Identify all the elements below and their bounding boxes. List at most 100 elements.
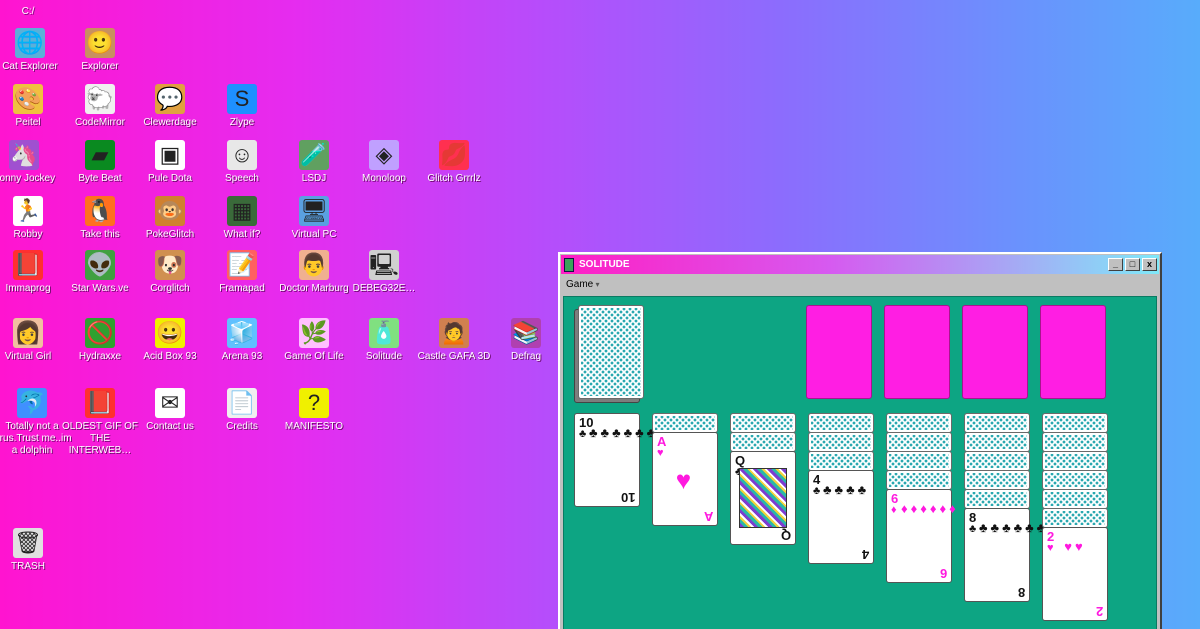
menu-bar: Game bbox=[560, 275, 1160, 293]
desktop-icon-zlype[interactable]: S Zlype bbox=[207, 84, 277, 129]
tableau-card[interactable]: 6 ♦ 6 ♦♦♦♦♦♦ bbox=[886, 489, 959, 583]
desktop-icon-hydraxxe[interactable]: 🚫 Hydraxxe bbox=[65, 318, 135, 363]
app-icon: ▦ bbox=[227, 196, 257, 226]
desktop-icon-codemirror[interactable]: 🐑 CodeMirror bbox=[65, 84, 135, 129]
app-icon: 👽 bbox=[85, 250, 115, 280]
card-suit: ♥ bbox=[1047, 542, 1054, 554]
desktop-icon-arena-93[interactable]: 🧊 Arena 93 bbox=[207, 318, 277, 363]
desktop-icon-take-this[interactable]: 🐧 Take this bbox=[65, 196, 135, 241]
desktop-icon-peitel[interactable]: 🎨 Peitel bbox=[0, 84, 63, 129]
desktop-icon-debeg32e[interactable]: 🖳 DEBEG32E… bbox=[349, 250, 419, 295]
desktop-icon-what-if[interactable]: ▦ What if? bbox=[207, 196, 277, 241]
desktop-icon-virtual-girl[interactable]: 👩 Virtual Girl bbox=[0, 318, 63, 363]
app-icon: 🗑 bbox=[13, 528, 43, 558]
desktop-icon-defrag[interactable]: 📚 Defrag bbox=[491, 318, 561, 363]
app-icon: ▣ bbox=[155, 140, 185, 170]
tableau-card[interactable]: 2 ♥ 2 ♥♥ bbox=[1042, 527, 1108, 621]
card-suit: ♥ bbox=[657, 447, 664, 459]
icon-label: CodeMirror bbox=[74, 117, 125, 128]
card-rank-bottom: A bbox=[703, 509, 713, 524]
solitude-window[interactable]: SOLITUDE _ □ x Game 10♣10♣♣♣♣♣♣♣♣♣♣A♥A♥Q… bbox=[558, 252, 1162, 629]
app-icon: 🐵 bbox=[155, 196, 185, 226]
app-icon: 🐑 bbox=[85, 84, 115, 114]
tableau-card[interactable]: 10 ♣ 10 ♣♣♣♣♣♣♣♣♣♣ bbox=[574, 413, 701, 507]
tableau-card[interactable]: 8 ♣ 8 ♣♣♣♣♣♣♣♣ bbox=[964, 508, 1072, 602]
tableau-card[interactable]: 4 ♣ 4 ♣♣♣♣ bbox=[808, 470, 874, 564]
icon-label: Acid Box 93 bbox=[143, 351, 197, 362]
desktop-icon-cat-explorer[interactable]: 🌐 Cat Explorer bbox=[0, 28, 65, 73]
app-icon: 🖥 bbox=[299, 196, 329, 226]
icon-label: Star Wars.ve bbox=[71, 283, 129, 294]
app-icon: ☺ bbox=[227, 140, 257, 170]
desktop-icon-explorer[interactable]: 🙂 Explorer bbox=[65, 28, 135, 73]
desktop-icon-ponny-jockey[interactable]: 🦄 Ponny Jockey bbox=[0, 140, 59, 185]
desktop-icon-robby[interactable]: 🏃 Robby bbox=[0, 196, 63, 241]
desktop-icon-totally-not-a-virus-trust-me-im-a-dolphin[interactable]: 🐬 Totally not a virus.Trust me..im a dolp… bbox=[0, 388, 72, 457]
app-icon: ▰ bbox=[85, 140, 115, 170]
icon-label: What if? bbox=[223, 229, 261, 240]
minimize-button[interactable]: _ bbox=[1108, 258, 1123, 271]
app-icon: 🧪 bbox=[299, 140, 329, 170]
icon-label: Game Of Life bbox=[284, 351, 344, 362]
desktop-icon-pokeglitch[interactable]: 🐵 PokeGlitch bbox=[135, 196, 205, 241]
app-icon: ✉ bbox=[155, 388, 185, 418]
icon-label: Corglitch bbox=[150, 283, 190, 294]
app-icon: ? bbox=[299, 388, 329, 418]
desktop-icon-byte-beat[interactable]: ▰ Byte Beat bbox=[65, 140, 135, 185]
desktop-icon-corglitch[interactable]: 🐶 Corglitch bbox=[135, 250, 205, 295]
card-pips: ♣♣♣♣ bbox=[823, 482, 870, 497]
desktop-icon-lsdj[interactable]: 🧪 LSDJ bbox=[279, 140, 349, 185]
desktop-icon-manifesto[interactable]: ? MANIFESTO bbox=[279, 388, 349, 433]
desktop-icon-oldest-gif-of-the-interweb[interactable]: 📕 OLDEST GIF OF THE INTERWEB… bbox=[62, 388, 138, 457]
icon-label: Immaprog bbox=[5, 283, 51, 294]
desktop-icon-framapad[interactable]: 📝 Framapad bbox=[207, 250, 277, 295]
desktop-icon-credits[interactable]: 📄 Credits bbox=[207, 388, 277, 433]
stock-card[interactable] bbox=[578, 305, 644, 399]
tableau-hidden-card bbox=[730, 413, 796, 433]
app-icon: 📕 bbox=[85, 388, 115, 418]
desktop-icon-solitude[interactable]: 🧴 Solitude bbox=[349, 318, 419, 363]
tableau-card[interactable]: Q♣Q bbox=[730, 451, 796, 545]
desktop-icon-immaprog[interactable]: 📕 Immaprog bbox=[0, 250, 63, 295]
desktop-icon-star-wars-ve[interactable]: 👽 Star Wars.ve bbox=[65, 250, 135, 295]
desktop-icon-acid-box-93[interactable]: 😀 Acid Box 93 bbox=[135, 318, 205, 363]
desktop-icon-castle-gafa-3d[interactable]: 🙍 Castle GAFA 3D bbox=[418, 318, 490, 363]
foundation-slot-1[interactable] bbox=[806, 305, 872, 399]
desktop-icon-doctor-marburg[interactable]: 👨 Doctor Marburg bbox=[279, 250, 349, 295]
desktop-icon-glitch-grrrlz[interactable]: 💋 Glitch Grrrlz bbox=[419, 140, 489, 185]
app-icon: 💋 bbox=[439, 140, 469, 170]
desktop: C:/ 🌐 Cat Explorer 🙂 Explorer 🎨 Peitel 🐑 CodeMi… bbox=[0, 0, 1200, 629]
card-pips: ♣♣♣♣♣♣♣♣ bbox=[979, 520, 1072, 535]
maximize-button[interactable]: □ bbox=[1125, 258, 1140, 271]
foundation-slot-3[interactable] bbox=[962, 305, 1028, 399]
foundation-slot-2[interactable] bbox=[884, 305, 950, 399]
window-titlebar[interactable]: SOLITUDE _ □ x bbox=[561, 255, 1159, 274]
desktop-icon-game-of-life[interactable]: 🌿 Game Of Life bbox=[279, 318, 349, 363]
desktop-icon-speech[interactable]: ☺ Speech bbox=[207, 140, 277, 185]
tableau-hidden-card bbox=[964, 451, 1030, 471]
app-icon: 🌐 bbox=[15, 28, 45, 58]
icon-label: Byte Beat bbox=[78, 173, 122, 184]
app-icon: 🙍 bbox=[439, 318, 469, 348]
card-pips: ♦♦♦♦♦♦ bbox=[901, 501, 959, 516]
desktop-icon-pule-dota[interactable]: ▣ Pule Dota bbox=[135, 140, 205, 185]
tableau-hidden-card bbox=[964, 489, 1030, 509]
desktop-icon-contact-us[interactable]: ✉ Contact us bbox=[135, 388, 205, 433]
app-icon: 🧊 bbox=[227, 318, 257, 348]
icon-label: Monoloop bbox=[362, 173, 406, 184]
close-button[interactable]: x bbox=[1142, 258, 1157, 271]
desktop-icon-trash[interactable]: 🗑 TRASH bbox=[0, 528, 63, 573]
icon-label: MANIFESTO bbox=[284, 421, 344, 432]
tableau-card[interactable]: A ♥ A ♥ bbox=[652, 432, 718, 526]
app-icon: 🐧 bbox=[85, 196, 115, 226]
menu-game[interactable]: Game bbox=[566, 279, 599, 290]
icon-label: Glitch Grrrlz bbox=[427, 173, 481, 184]
app-icon: 📚 bbox=[511, 318, 541, 348]
desktop-icon-monoloop[interactable]: ◈ Monoloop bbox=[349, 140, 419, 185]
face-card-art bbox=[739, 468, 787, 528]
desktop-icon-virtual-pc[interactable]: 🖥 Virtual PC bbox=[279, 196, 349, 241]
game-board: 10♣10♣♣♣♣♣♣♣♣♣♣A♥A♥Q♣Q4♣4♣♣♣♣6♦6♦♦♦♦♦♦8♣… bbox=[563, 296, 1157, 629]
foundation-slot-4[interactable] bbox=[1040, 305, 1106, 399]
app-icon: 💬 bbox=[155, 84, 185, 114]
desktop-icon-clewerdage[interactable]: 💬 Clewerdage bbox=[135, 84, 205, 129]
